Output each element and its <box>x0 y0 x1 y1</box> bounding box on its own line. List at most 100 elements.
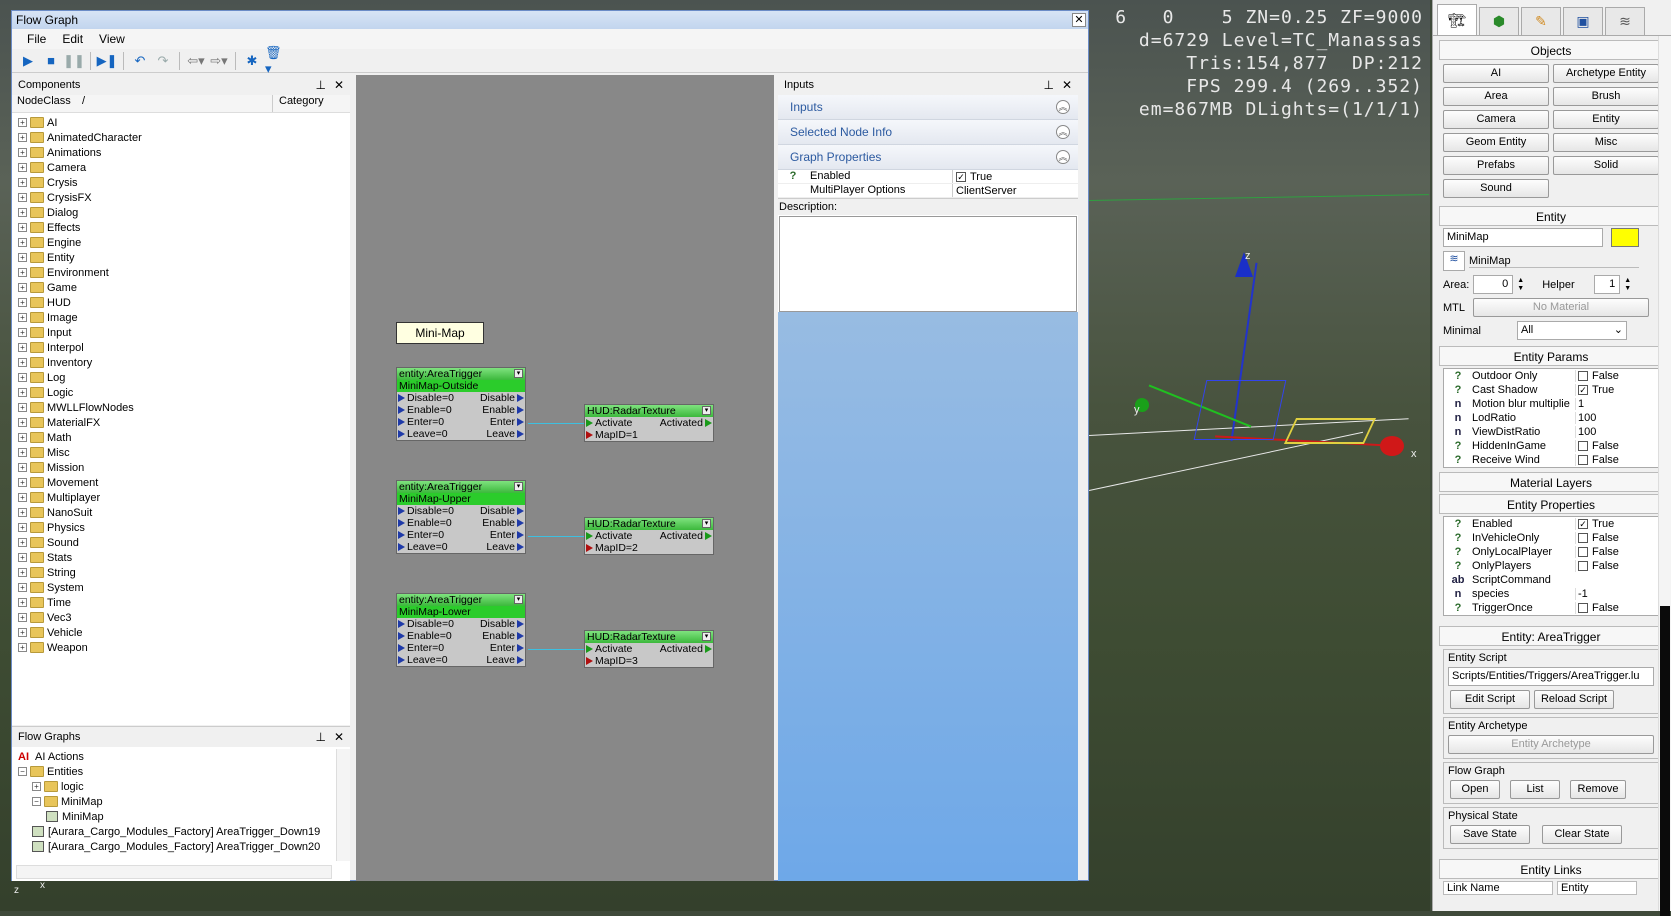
checkbox[interactable] <box>1578 547 1588 557</box>
input-port[interactable]: Disable=0 <box>398 618 454 630</box>
tree-item[interactable]: + System <box>12 580 350 595</box>
property-row[interactable]: ? Enabled ✓ True <box>1444 517 1658 531</box>
tree-item[interactable]: + NanoSuit <box>12 505 350 520</box>
spinner-arrows-icon[interactable]: ▲ ▼ <box>1624 277 1631 293</box>
expand-icon[interactable]: + <box>18 523 27 532</box>
section-selected-node-info[interactable]: Selected Node Info ︽ <box>778 120 1078 145</box>
material-button[interactable]: No Material <box>1473 298 1649 317</box>
back-icon[interactable]: ⇦▾ <box>186 51 206 71</box>
input-port[interactable]: MapID=3 <box>586 655 638 667</box>
minimal-select[interactable]: All ⌄ <box>1517 321 1627 340</box>
tree-item[interactable]: + Movement <box>12 475 350 490</box>
output-port[interactable]: Enable <box>482 630 524 642</box>
spinner-arrows-icon[interactable]: ▲ ▼ <box>1517 277 1524 293</box>
tree-item[interactable]: + Input <box>12 325 350 340</box>
object-button[interactable]: Brush <box>1553 87 1659 106</box>
input-port[interactable]: Leave=0 <box>398 541 448 553</box>
node-collapse-icon[interactable]: ▾ <box>514 595 523 604</box>
tree-item[interactable]: + Misc <box>12 445 350 460</box>
property-value[interactable]: False <box>1575 454 1658 466</box>
expand-icon[interactable]: + <box>18 283 27 292</box>
link-name-column[interactable]: Link Name <box>1443 881 1553 895</box>
property-value[interactable]: False <box>1575 560 1658 572</box>
tree-item[interactable]: + Stats <box>12 550 350 565</box>
tree-item[interactable]: + Math <box>12 430 350 445</box>
property-value[interactable]: ClientServer <box>953 184 1078 197</box>
property-value[interactable]: False <box>1575 532 1658 544</box>
radar-texture-node[interactable]: HUD:RadarTexture ▾ Activate Activated MapID=… <box>584 517 714 555</box>
entity-archetype-button[interactable]: Entity Archetype <box>1448 735 1654 754</box>
expand-icon[interactable]: + <box>18 493 27 502</box>
expand-icon[interactable]: + <box>18 268 27 277</box>
debug-icon[interactable]: ✱ <box>242 51 262 71</box>
object-button[interactable]: Sound <box>1443 179 1549 198</box>
expand-icon[interactable]: + <box>32 782 41 791</box>
tree-item[interactable]: + Camera <box>12 160 350 175</box>
property-row[interactable]: n Motion blur multiplie 1 <box>1444 397 1658 411</box>
col-nodeclass[interactable]: NodeClass <box>12 95 82 112</box>
menu-view[interactable]: View <box>92 30 132 48</box>
output-port[interactable]: Enter <box>490 529 524 541</box>
input-port[interactable]: Disable=0 <box>398 392 454 404</box>
expand-icon[interactable]: + <box>18 448 27 457</box>
script-path-field[interactable]: Scripts/Entities/Triggers/AreaTrigger.lu <box>1448 667 1654 686</box>
checkbox[interactable]: ✓ <box>956 171 966 182</box>
tree-item[interactable]: + Entity <box>12 250 350 265</box>
tree-item[interactable]: + logic <box>14 779 350 794</box>
area-trigger-node[interactable]: entity:AreaTrigger ▾ MiniMap-Upper Disable=… <box>396 480 526 554</box>
tree-item[interactable]: + Interpol <box>12 340 350 355</box>
input-port[interactable]: Enter=0 <box>398 416 444 428</box>
property-row[interactable]: ? OnlyPlayers False <box>1444 559 1658 573</box>
material-layers-title[interactable]: Material Layers <box>1439 472 1663 492</box>
input-port[interactable]: Enter=0 <box>398 529 444 541</box>
output-port[interactable]: Activated <box>660 417 712 429</box>
tree-item[interactable]: − Entities <box>14 764 350 779</box>
expand-icon[interactable]: + <box>18 328 27 337</box>
output-port[interactable]: Disable <box>480 618 524 630</box>
tree-item[interactable]: + CrysisFX <box>12 190 350 205</box>
tab-layers-icon[interactable]: ≋ <box>1605 7 1645 35</box>
input-port[interactable]: MapID=1 <box>586 429 638 441</box>
redo-icon[interactable]: ↷ <box>153 51 173 71</box>
play-icon[interactable]: ▶ <box>18 51 38 71</box>
col-category[interactable]: Category <box>272 95 324 112</box>
property-row[interactable]: n species -1 <box>1444 587 1658 601</box>
property-value[interactable]: ✓ True <box>953 170 1078 183</box>
expand-icon[interactable]: + <box>18 373 27 382</box>
node-collapse-icon[interactable]: ▾ <box>702 519 711 528</box>
pause-icon[interactable]: ❚❚ <box>63 51 85 71</box>
output-port[interactable]: Leave <box>486 654 524 666</box>
list-flowgraph-button[interactable]: List <box>1510 780 1560 799</box>
entity-name-field[interactable]: MiniMap <box>1443 228 1603 247</box>
tree-item[interactable]: + Physics <box>12 520 350 535</box>
property-row[interactable]: ? OnlyLocalPlayer False <box>1444 545 1658 559</box>
step-icon[interactable]: ▶❚ <box>97 51 118 71</box>
object-button[interactable]: Entity <box>1553 110 1659 129</box>
node-collapse-icon[interactable]: ▾ <box>702 406 711 415</box>
stop-icon[interactable]: ■ <box>41 51 61 71</box>
output-port[interactable]: Enter <box>490 416 524 428</box>
tree-item[interactable]: + Environment <box>12 265 350 280</box>
output-port[interactable]: Leave <box>486 428 524 440</box>
reload-script-button[interactable]: Reload Script <box>1534 690 1614 709</box>
tree-item[interactable]: + Image <box>12 310 350 325</box>
section-graph-properties[interactable]: Graph Properties ︽ <box>778 145 1078 170</box>
expand-icon[interactable]: − <box>32 797 41 806</box>
property-row[interactable]: ? TriggerOnce False <box>1444 601 1658 615</box>
output-port[interactable]: Activated <box>660 643 712 655</box>
checkbox[interactable] <box>1578 371 1588 381</box>
tree-item[interactable]: + Vec3 <box>12 610 350 625</box>
tree-item[interactable]: + Mission <box>12 460 350 475</box>
layer-icon[interactable]: ≋ <box>1443 251 1465 271</box>
expand-icon[interactable]: + <box>18 178 27 187</box>
checkbox[interactable] <box>1578 603 1588 613</box>
delete-icon[interactable]: 🗑▾ <box>265 45 285 76</box>
property-value[interactable]: False <box>1575 546 1658 558</box>
property-value[interactable]: False <box>1575 370 1658 382</box>
expand-icon[interactable]: − <box>18 767 27 776</box>
expand-icon[interactable]: + <box>18 223 27 232</box>
expand-icon[interactable]: + <box>18 148 27 157</box>
expand-icon[interactable]: + <box>18 583 27 592</box>
tree-item[interactable]: + HUD <box>12 295 350 310</box>
expand-icon[interactable]: + <box>18 403 27 412</box>
